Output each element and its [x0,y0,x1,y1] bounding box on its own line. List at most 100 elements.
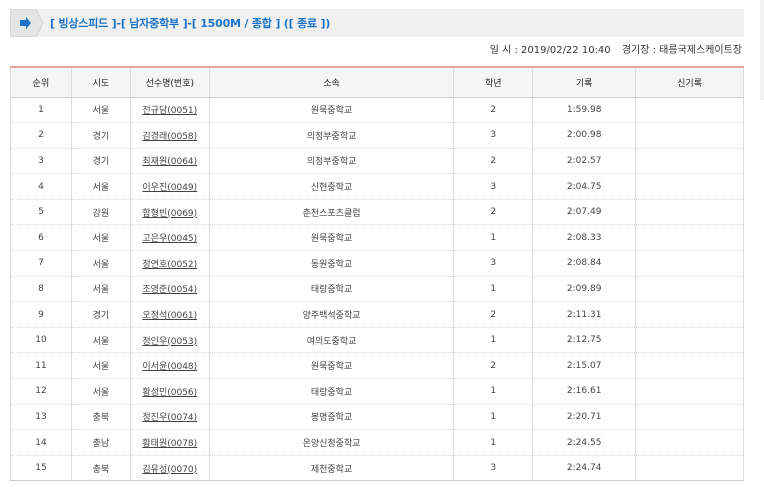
athlete-name-link[interactable]: 정인우(0053) [142,337,197,347]
grade-cell: 1 [453,429,534,456]
record-cell: 2:04.75 [532,173,637,200]
athlete-name-link[interactable]: 전규담(0051) [142,106,197,116]
athlete-name-link[interactable]: 고은우(0045) [142,234,197,244]
grade-cell: 2 [453,301,534,328]
athlete-name-link[interactable]: 이서윤(0048) [142,362,197,372]
grade-cell: 2 [453,352,534,380]
record-cell: 2:09.89 [532,276,637,303]
results-table: 순위 시도 선수명(번호) 소속 학년 기록 신기록 1 서울 전규담(0051) 원… [10,66,744,482]
new-record-cell [635,199,744,226]
athlete-name-link[interactable]: 정진우(0074) [142,413,197,423]
rank-cell: 1 [10,97,72,124]
team-cell: 춘천스포츠클럽 [208,199,455,226]
table-row: 1 서울 전규담(0051) 원묵중학교 2 1:59.98 [10,97,744,124]
rank-cell: 3 [10,148,72,175]
grade-cell: 3 [453,455,534,482]
team-cell: 원묵중학교 [208,224,455,252]
new-record-cell [635,97,744,124]
team-cell: 봉명중학교 [208,404,455,431]
record-cell: 2:24.55 [532,429,637,456]
region-cell: 강원 [70,199,131,226]
grade-cell: 3 [453,250,534,277]
region-cell: 서울 [70,250,131,277]
athlete-name-cell: 정연호(0052) [129,250,210,277]
region-cell: 서울 [70,352,131,380]
new-record-cell [635,327,744,354]
new-record-cell [635,148,744,175]
new-record-cell [635,224,744,252]
new-record-cell [635,378,744,405]
event-venue: 경기장 : 태릉국제스케이트장 [621,45,742,56]
scrollbar[interactable] [760,0,764,100]
team-cell: 양주백석중학교 [208,301,455,328]
region-cell: 충북 [70,455,131,482]
column-header-record: 기록 [532,66,637,98]
athlete-name-cell: 고은우(0045) [129,224,210,252]
athlete-name-link[interactable]: 함형빈(0069) [142,209,197,219]
record-cell: 1:59.98 [532,97,637,124]
team-cell: 의정부중학교 [208,122,455,149]
grade-cell: 2 [453,148,534,175]
region-cell: 서울 [70,173,131,200]
athlete-name-link[interactable]: 정연호(0052) [142,260,197,270]
arrow-right-icon [10,9,44,37]
athlete-name-link[interactable]: 조영준(0054) [142,285,197,295]
table-row: 5 강원 함형빈(0069) 춘천스포츠클럽 2 2:07.49 [10,199,744,226]
record-cell: 2:08.84 [532,250,637,277]
table-row: 6 서울 고은우(0045) 원묵중학교 1 2:08.33 [10,224,744,252]
column-header-team: 소속 [208,66,455,98]
record-cell: 2:00.98 [532,122,637,149]
athlete-name-cell: 정진우(0074) [129,404,210,431]
athlete-name-link[interactable]: 황태원(0078) [142,439,197,449]
athlete-name-link[interactable]: 최재원(0064) [142,157,197,167]
table-row: 12 서울 황성민(0056) 태랑중학교 1 2:16.61 [10,378,744,405]
rank-cell: 6 [10,224,72,252]
athlete-name-link[interactable]: 이우진(0049) [142,183,197,193]
athlete-name-link[interactable]: 오정석(0061) [142,311,197,321]
new-record-cell [635,122,744,149]
record-cell: 2:16.61 [532,378,637,405]
new-record-cell [635,352,744,380]
record-cell: 2:02.57 [532,148,637,175]
rank-cell: 7 [10,250,72,277]
new-record-cell [635,455,744,482]
table-row: 15 충북 김유성(0070) 제천중학교 3 2:24.74 [10,455,744,482]
rank-cell: 2 [10,122,72,149]
team-cell: 의정부중학교 [208,148,455,175]
table-row: 10 서울 정인우(0053) 여의도중학교 1 2:12.75 [10,327,744,354]
table-row: 7 서울 정연호(0052) 동원중학교 3 2:08.84 [10,250,744,277]
athlete-name-cell: 김경래(0058) [129,122,210,149]
region-cell: 서울 [70,378,131,405]
team-cell: 원묵중학교 [208,352,455,380]
team-cell: 제천중학교 [208,455,455,482]
rank-cell: 4 [10,173,72,200]
region-cell: 충남 [70,429,131,456]
rank-cell: 10 [10,327,72,354]
rank-cell: 12 [10,378,72,405]
grade-cell: 1 [453,276,534,303]
grade-cell: 1 [453,224,534,252]
region-cell: 서울 [70,224,131,252]
new-record-cell [635,276,744,303]
record-cell: 2:08.33 [532,224,637,252]
title-bar: [ 빙상스피드 ]-[ 남자중학부 ]-[ 1500M / 종합 ] ([ 종료… [10,9,744,37]
athlete-name-link[interactable]: 김유성(0070) [142,465,197,475]
rank-cell: 14 [10,429,72,456]
team-cell: 온양신정중학교 [208,429,455,456]
team-cell: 여의도중학교 [208,327,455,354]
region-cell: 경기 [70,122,131,149]
region-cell: 서울 [70,97,131,124]
new-record-cell [635,301,744,328]
new-record-cell [635,404,744,431]
table-row: 14 충남 황태원(0078) 온양신정중학교 1 2:24.55 [10,429,744,456]
athlete-name-link[interactable]: 김경래(0058) [142,132,197,142]
new-record-cell [635,429,744,456]
new-record-cell [635,173,744,200]
region-cell: 서울 [70,327,131,354]
new-record-cell [635,250,744,277]
record-cell: 2:11.31 [532,301,637,328]
table-row: 11 서울 이서윤(0048) 원묵중학교 2 2:15.07 [10,352,744,380]
athlete-name-link[interactable]: 황성민(0056) [142,388,197,398]
grade-cell: 1 [453,378,534,405]
column-header-new-record: 신기록 [635,66,744,98]
